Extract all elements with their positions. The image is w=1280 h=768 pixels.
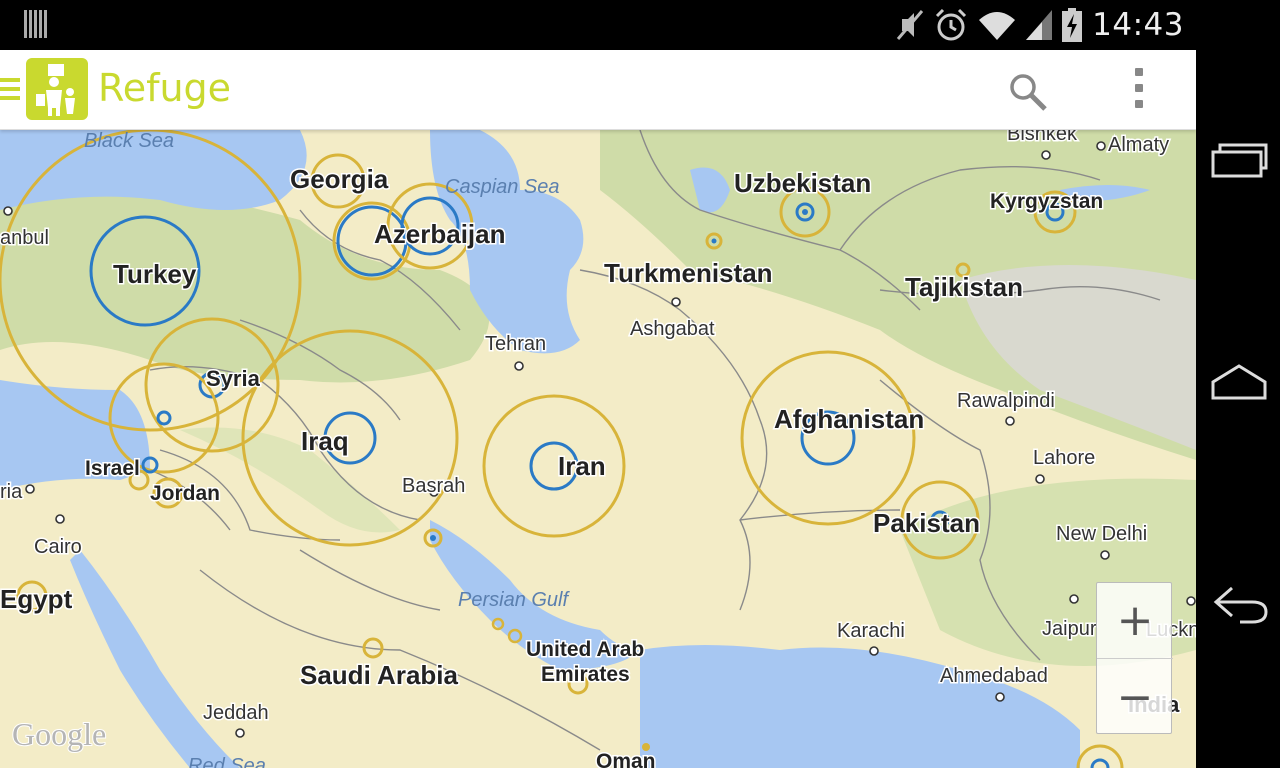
screen: 14:43 Refuge Black Sea Caspian Sea Persi…: [0, 0, 1280, 768]
city-label: Lahore: [1033, 447, 1095, 469]
turkmenistan-dot: [711, 238, 717, 244]
barcode-icon: [24, 10, 47, 38]
city-label: New Delhi: [1056, 523, 1147, 545]
drawer-menu-icon[interactable]: [0, 78, 20, 104]
city-label: Karachi: [837, 620, 905, 642]
sea-label: Black Sea: [84, 130, 174, 152]
country-label[interactable]: Egypt: [0, 583, 74, 616]
city-label: anbul: [0, 227, 49, 249]
country-label[interactable]: Pakistan: [872, 507, 982, 540]
city-label: Rawalpindi: [957, 390, 1055, 412]
city-label: Tehran: [485, 333, 546, 355]
sea-label: Caspian Sea: [445, 176, 560, 198]
battery-charging-icon: [1062, 8, 1083, 42]
status-bar: 14:43: [0, 0, 1280, 50]
city-label: Bishkek: [1007, 130, 1078, 145]
country-label[interactable]: Azerbaijan: [373, 218, 508, 251]
app-logo-icon[interactable]: [26, 58, 88, 120]
recent-apps-icon[interactable]: [1210, 140, 1268, 180]
country-label[interactable]: Syria: [205, 365, 263, 393]
city-label: Basrah: [402, 475, 465, 497]
country-label[interactable]: Emirates: [540, 662, 632, 688]
nav-bar: [1196, 0, 1280, 768]
city-label: Ahmedabad: [940, 665, 1048, 687]
app-bar: Refuge: [0, 50, 1196, 130]
city-label: ria: [0, 481, 23, 503]
google-attribution[interactable]: Google: [11, 715, 107, 753]
alarm-icon: [936, 8, 967, 41]
country-label[interactable]: United Arab: [525, 637, 646, 663]
country-label[interactable]: Afghanistan: [773, 403, 926, 436]
sea-label: Red Sea: [188, 755, 266, 768]
zoom-in-button[interactable]: +: [1097, 583, 1173, 659]
search-icon[interactable]: [1006, 70, 1050, 114]
country-label[interactable]: Iraq: [300, 425, 351, 458]
city-label: Jaipur: [1042, 618, 1097, 640]
map-view[interactable]: Black Sea Caspian Sea Persian Gulf Red S…: [0, 130, 1196, 768]
mute-icon: [897, 10, 924, 40]
city-label: Cairo: [34, 536, 82, 558]
country-label[interactable]: Georgia: [289, 163, 391, 196]
city-label: Ashgabat: [630, 318, 715, 340]
country-label[interactable]: Iran: [557, 450, 608, 483]
country-label[interactable]: Tajikistan: [904, 271, 1025, 304]
back-icon[interactable]: [1210, 584, 1268, 624]
country-label[interactable]: Jordan: [149, 481, 222, 507]
city-label: Jeddah: [203, 702, 269, 724]
wifi-icon: [979, 12, 1016, 40]
kuwait-dot: [430, 535, 436, 541]
sea-label: Persian Gulf: [458, 589, 570, 611]
country-label[interactable]: Turkey: [112, 258, 199, 291]
city-label: Almaty: [1108, 134, 1169, 156]
zoom-control: + −: [1096, 582, 1173, 735]
overflow-menu-icon[interactable]: [1124, 68, 1154, 116]
country-label[interactable]: Turkmenistan: [603, 257, 775, 290]
status-clock: 14:43: [1092, 7, 1184, 43]
country-label[interactable]: Saudi Arabia: [299, 659, 461, 692]
signal-icon: [1026, 10, 1053, 40]
zoom-out-button[interactable]: −: [1097, 659, 1173, 735]
country-label[interactable]: Kyrgyzstan: [989, 189, 1105, 215]
app-title: Refuge: [98, 66, 232, 110]
uzbekistan-dot: [802, 209, 808, 215]
home-icon[interactable]: [1210, 362, 1268, 402]
country-label[interactable]: Oman: [595, 749, 658, 768]
country-label[interactable]: Uzbekistan: [733, 167, 873, 200]
country-label[interactable]: Israel: [84, 456, 142, 482]
